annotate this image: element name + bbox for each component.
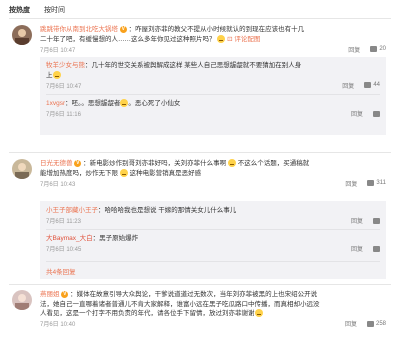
like-button[interactable] <box>373 217 380 224</box>
reply-2-2: 大Baymax_大白：黑子原始爆炸 7月6日 10:45 回复 <box>46 234 380 254</box>
comment-text-cont-2: 这种电影营销真是恶好感 <box>129 169 202 177</box>
like-button[interactable]: 44 <box>364 82 380 88</box>
comment-username[interactable]: 跳跳带你从南到北吃大锅塔 <box>40 26 118 33</box>
reply-1-2: 1xvgsr：呸。。思想龌龊者 。恶心死了小仙女 7月6日 11:16 回复 <box>46 99 380 119</box>
verified-icon: V <box>119 25 127 33</box>
reply-box-2: 小王子部藏小王子：哈哈哈我也是想说 干嫁的那情关女儿什么事儿 7月6日 11:2… <box>40 201 386 279</box>
comment-text-2: 不这么个话题，买通稿就 <box>237 160 310 167</box>
reply-time: 7月6日 10:47 <box>46 83 82 90</box>
thumbs-up-icon <box>370 46 378 52</box>
reply-1-1: 牧羊少女与熊：几十年的世交关系被舆解成这样 某些人自己思想龌龊就不要猜加在别人身… <box>46 61 380 90</box>
emoji-icon <box>227 159 236 168</box>
reply-text: ：黑子原始爆炸 <box>92 235 139 242</box>
tabs-divider <box>9 18 391 19</box>
comment-text-cont: 能增加热度吗，炒作无下限 <box>40 169 118 177</box>
reply-username[interactable]: 牧羊少女与熊 <box>46 62 85 69</box>
reply-username[interactable]: 小王子部藏小王子 <box>46 207 98 214</box>
reply-button[interactable]: 回复 <box>345 179 357 188</box>
more-replies-link[interactable]: 共4条回复 <box>46 266 76 276</box>
thumbs-up-icon <box>366 320 374 327</box>
avatar[interactable] <box>12 159 32 179</box>
reply-text: ：呸。。思想龌龊者 <box>65 100 121 107</box>
reply-button[interactable]: 回复 <box>348 45 360 54</box>
comment-time: 7月6日 10:47 <box>40 47 76 54</box>
thumbs-up-icon <box>364 82 372 88</box>
comment-text-cont-2: 人看见，这是一个打字不用负责的年代，请各位手下留情，放过刘亦菲谢谢 <box>40 310 255 317</box>
reply-box-1: 牧羊少女与熊：几十年的世交关系被舆解成这样 某些人自己思想龌龊就不要猜加在别人身… <box>40 57 386 135</box>
sort-tabs: 按热度 按时间 <box>9 5 65 17</box>
thumbs-up-icon <box>373 110 380 117</box>
tab-by-time[interactable]: 按时间 <box>44 5 65 17</box>
reply-text-cont: 上 <box>46 71 53 79</box>
reply-button[interactable]: 回复 <box>351 216 363 225</box>
like-count: 44 <box>373 82 380 88</box>
thumbs-up-icon <box>367 180 375 186</box>
reply-text: ：几十年的世交关系被舆解成这样 某些人自己思想龌龊就不要猜加在别人身 <box>85 62 302 69</box>
comment-time: 7月6日 10:40 <box>40 322 76 328</box>
reply-2-1: 小王子部藏小王子：哈哈哈我也是想说 干嫁的那情关女儿什么事儿 7月6日 11:2… <box>46 206 380 226</box>
reply-button[interactable]: 回复 <box>351 244 363 253</box>
like-button[interactable]: 20 <box>370 46 386 52</box>
reply-separator <box>46 261 380 262</box>
comment-text-cont: 二十年了吧，有缓慢想的人……这么多年你见过这种照片吗？ <box>40 35 216 43</box>
like-button[interactable] <box>373 110 380 117</box>
comment-time: 7月6日 10:43 <box>40 181 76 188</box>
reply-button[interactable]: 回复 <box>345 319 357 328</box>
like-count: 20 <box>379 46 386 52</box>
reply-text-cont: 。恶心死了小仙女 <box>128 100 181 107</box>
like-button[interactable]: 258 <box>366 320 386 327</box>
reply-username[interactable]: 大Baymax_大白 <box>46 235 93 242</box>
reply-time: 7月6日 11:16 <box>46 112 81 118</box>
avatar[interactable] <box>12 25 32 45</box>
comment-text: ：新电影炒作别哥刘亦菲好吗，关刘亦菲什么事啊 <box>83 160 227 167</box>
like-button[interactable] <box>373 245 380 252</box>
emoji-icon <box>119 168 128 177</box>
comment-text-cont: 法，她自己一直哪着诸者普通儿不肯大家解释，谁富小远在黑子吃瓜路口中传播，而真相却… <box>40 300 320 308</box>
thumbs-up-icon <box>373 217 380 224</box>
comment-username[interactable]: 燕丽姐 <box>40 291 60 298</box>
like-count: 311 <box>376 180 386 186</box>
reply-separator <box>46 229 380 230</box>
reply-time: 7月6日 11:23 <box>46 219 81 225</box>
emoji-icon <box>254 309 263 318</box>
avatar[interactable] <box>12 290 32 310</box>
reply-button[interactable]: 回复 <box>342 81 354 90</box>
verified-icon: V <box>61 290 69 298</box>
like-count: 258 <box>375 320 386 327</box>
verified-icon: V <box>74 159 82 167</box>
tab-by-heat[interactable]: 按热度 <box>9 5 30 17</box>
reply-text: ：哈哈哈我也是想说 干嫁的那情关女儿什么事儿 <box>98 207 237 214</box>
image-link[interactable]: 评论配图 <box>234 36 260 43</box>
emoji-icon <box>52 70 61 79</box>
reply-button[interactable]: 回复 <box>351 109 363 118</box>
like-button[interactable]: 311 <box>367 180 386 186</box>
comment-username[interactable]: 日光无德兽 <box>40 160 73 167</box>
reply-username[interactable]: 1xvgsr <box>46 100 65 107</box>
link-icon: ⊡ <box>227 35 233 43</box>
emoji-icon <box>217 34 226 43</box>
reply-time: 7月6日 10:45 <box>46 247 82 253</box>
comment-text: ：媒体在故意引导大众舆论，干爹说道道过无数次，当年刘亦菲被黑的上也宋绍公开说 <box>70 291 318 298</box>
comment-divider <box>9 284 391 285</box>
comment-text: ：咋屋刘亦菲的教父不提从小时候就认的到现在应该也有十几 <box>128 26 305 33</box>
comment-divider <box>9 152 391 153</box>
thumbs-up-icon <box>373 245 380 252</box>
reply-separator <box>46 94 380 95</box>
